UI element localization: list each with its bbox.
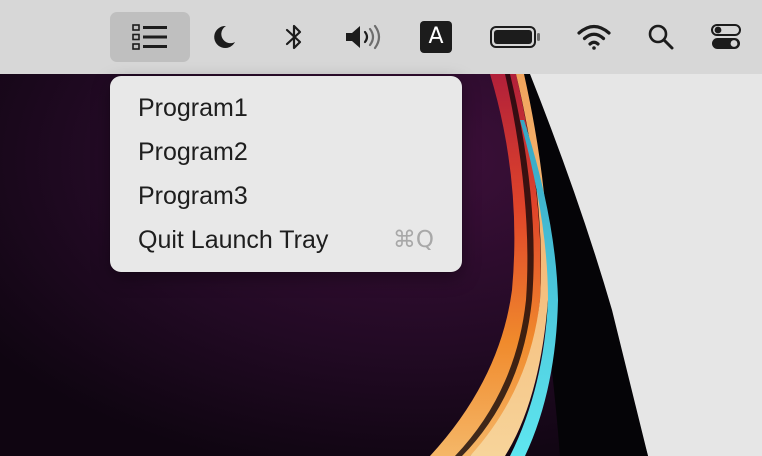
menu-bar: A bbox=[0, 0, 762, 74]
moon-icon[interactable] bbox=[203, 12, 243, 62]
menu-item-label: Quit Launch Tray bbox=[138, 225, 329, 254]
menu-item-label: Program3 bbox=[138, 181, 248, 210]
volume-icon[interactable] bbox=[338, 12, 386, 62]
search-icon[interactable] bbox=[641, 12, 681, 62]
wifi-icon[interactable] bbox=[573, 12, 615, 62]
control-center-icon[interactable] bbox=[706, 12, 746, 62]
bluetooth-icon[interactable] bbox=[274, 12, 314, 62]
keyboard-shortcut: ⌘Q bbox=[392, 227, 434, 253]
battery-icon[interactable] bbox=[486, 12, 544, 62]
menu-item-program2[interactable]: Program2 bbox=[110, 130, 462, 174]
menu-item-quit[interactable]: Quit Launch Tray ⌘Q bbox=[110, 218, 462, 262]
menu-item-program3[interactable]: Program3 bbox=[110, 174, 462, 218]
font-badge-label: A bbox=[420, 21, 452, 53]
launch-tray-icon[interactable] bbox=[110, 12, 190, 62]
font-icon[interactable]: A bbox=[416, 12, 456, 62]
launch-tray-menu: Program1 Program2 Program3 Quit Launch T… bbox=[110, 76, 462, 272]
menu-item-label: Program2 bbox=[138, 137, 248, 166]
list-icon bbox=[132, 24, 167, 50]
menu-item-program1[interactable]: Program1 bbox=[110, 86, 462, 130]
menu-item-label: Program1 bbox=[138, 93, 248, 122]
